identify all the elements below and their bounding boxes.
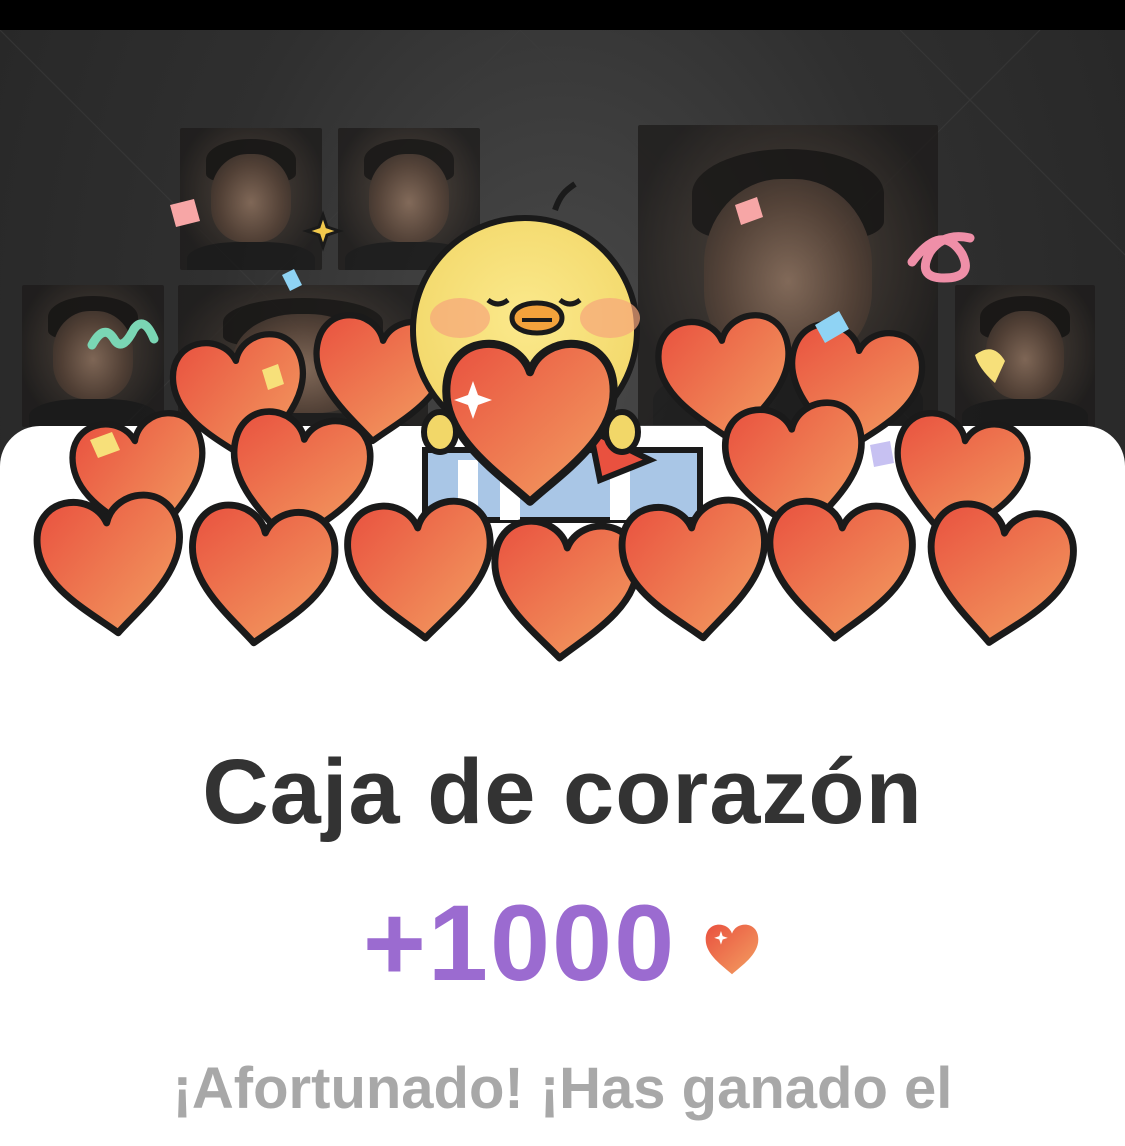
reward-amount-row: +1000 bbox=[0, 880, 1125, 1005]
heart-box-illustration bbox=[0, 181, 1125, 700]
heart-icon bbox=[705, 924, 759, 974]
reward-message: ¡Afortunado! ¡Has ganado el bbox=[172, 1056, 953, 1121]
reward-amount: +1000 bbox=[362, 882, 677, 1003]
reward-title: Caja de corazón bbox=[202, 741, 923, 843]
